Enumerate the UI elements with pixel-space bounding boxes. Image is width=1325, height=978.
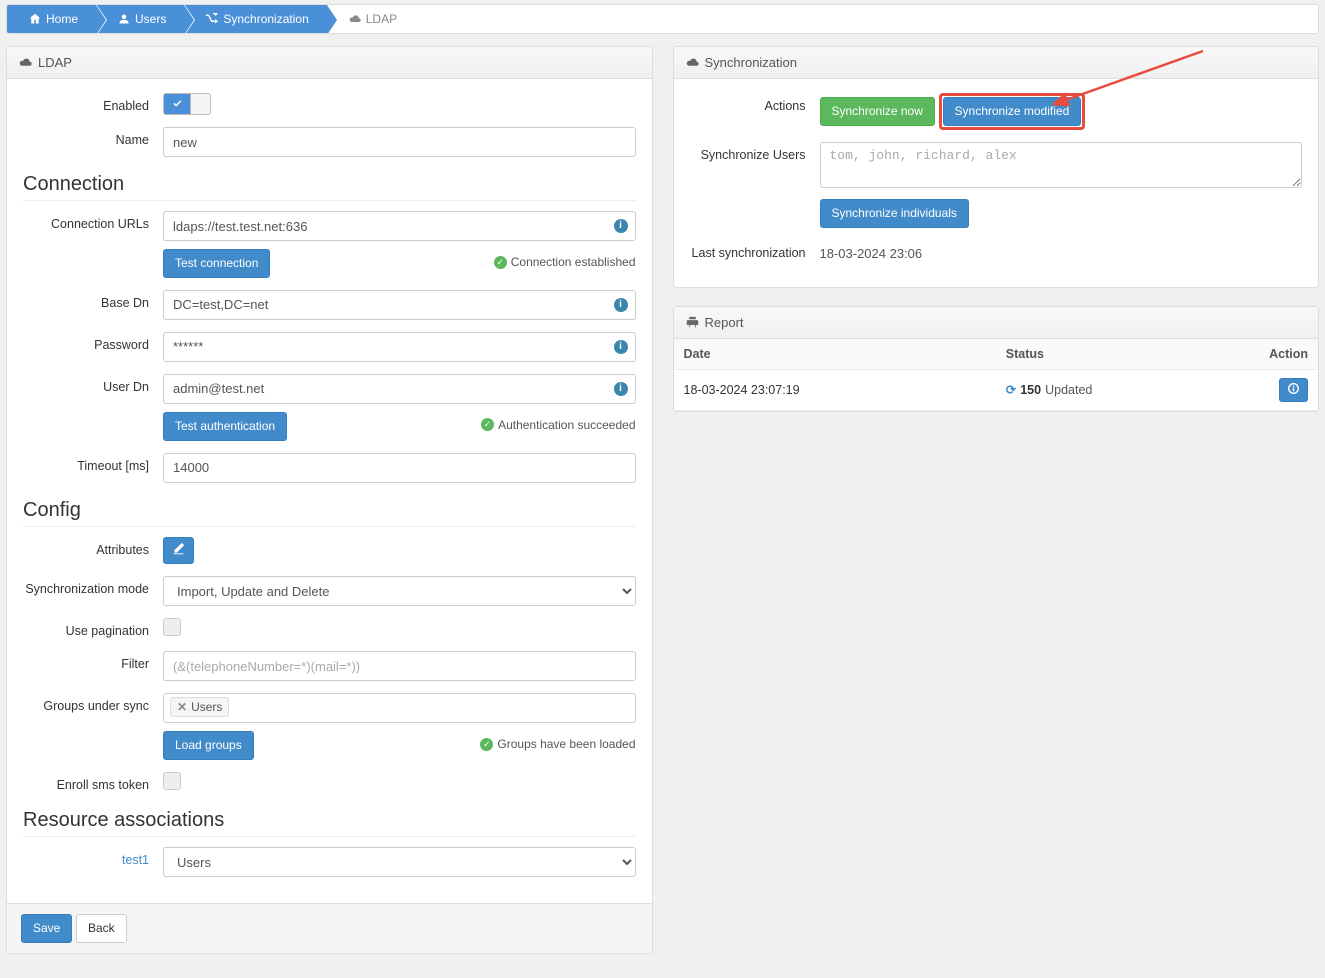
test-connection-button[interactable]: Test connection [163, 249, 270, 278]
save-button[interactable]: Save [21, 914, 72, 943]
breadcrumb-home-label: Home [46, 12, 78, 26]
row-status-text: Updated [1045, 383, 1092, 397]
timeout-label: Timeout [ms] [23, 453, 163, 473]
table-row: 18-03-2024 23:07:19 ⟳ 150 Updated [674, 369, 1319, 411]
check-circle-icon: ✓ [494, 256, 507, 269]
row-date: 18-03-2024 23:07:19 [674, 369, 996, 411]
check-icon [172, 99, 183, 110]
edit-attributes-button[interactable] [163, 537, 194, 565]
edit-icon [172, 542, 185, 555]
load-groups-button[interactable]: Load groups [163, 731, 254, 760]
row-count: 150 [1020, 383, 1041, 397]
row-info-button[interactable] [1279, 378, 1308, 403]
groups-loaded-status: ✓Groups have been loaded [480, 737, 635, 751]
sync-panel: Synchronization Actions Synchronize now … [673, 46, 1320, 288]
test1-select[interactable]: Users [163, 847, 636, 877]
enroll-sms-label: Enroll sms token [23, 772, 163, 792]
sync-now-button[interactable]: Synchronize now [820, 97, 935, 126]
sync-mode-label: Synchronization mode [23, 576, 163, 596]
breadcrumb-users-label: Users [135, 12, 166, 26]
col-date-header: Date [674, 339, 996, 370]
last-sync-value: 18-03-2024 23:06 [820, 246, 923, 261]
remove-tag-icon[interactable]: ✕ [177, 700, 187, 714]
row-status: ⟳ 150 Updated [1006, 382, 1212, 397]
info-icon[interactable]: i [614, 340, 628, 354]
sync-individuals-button[interactable]: Synchronize individuals [820, 199, 969, 228]
conn-established-status: ✓Connection established [494, 255, 636, 269]
breadcrumb-sync-label: Synchronization [223, 12, 308, 26]
ldap-panel-footer: Save Back [7, 903, 652, 953]
refresh-icon: ⟳ [1006, 382, 1016, 397]
ldap-panel-title: LDAP [38, 55, 72, 70]
breadcrumb-sync[interactable]: Synchronization [184, 5, 326, 33]
ldap-panel-heading: LDAP [7, 47, 652, 79]
filter-label: Filter [23, 651, 163, 671]
enabled-label: Enabled [23, 93, 163, 113]
use-pagination-checkbox[interactable] [163, 618, 181, 636]
sync-panel-heading: Synchronization [674, 47, 1319, 79]
info-icon[interactable]: i [614, 219, 628, 233]
cloud-icon [686, 56, 699, 69]
info-icon[interactable]: i [614, 298, 628, 312]
groups-tag-input[interactable]: ✕Users [163, 693, 636, 723]
conn-urls-input[interactable] [163, 211, 636, 241]
check-circle-icon: ✓ [480, 738, 493, 751]
enabled-toggle[interactable] [163, 93, 211, 115]
sync-users-textarea[interactable] [820, 142, 1303, 188]
user-dn-input[interactable] [163, 374, 636, 404]
ldap-panel: LDAP Enabled Name [6, 46, 653, 954]
use-pagination-label: Use pagination [23, 618, 163, 638]
report-panel: Report Date Status Action 18-03-2024 23:… [673, 306, 1320, 413]
name-input[interactable] [163, 127, 636, 157]
breadcrumb-users[interactable]: Users [96, 5, 184, 33]
home-icon [29, 13, 41, 25]
enroll-sms-checkbox[interactable] [163, 772, 181, 790]
connection-section-title: Connection [23, 173, 636, 201]
shuffle-icon [206, 13, 218, 25]
user-dn-label: User Dn [23, 374, 163, 394]
group-tag[interactable]: ✕Users [170, 697, 229, 717]
report-table: Date Status Action 18-03-2024 23:07:19 ⟳… [674, 339, 1319, 412]
report-panel-heading: Report [674, 307, 1319, 339]
report-panel-title: Report [705, 315, 744, 330]
groups-label: Groups under sync [23, 693, 163, 713]
password-input[interactable] [163, 332, 636, 362]
breadcrumb-home[interactable]: Home [7, 5, 96, 33]
info-icon [1288, 383, 1299, 394]
breadcrumb-ldap: LDAP [327, 5, 415, 33]
col-action-header: Action [1221, 339, 1318, 370]
info-icon[interactable]: i [614, 382, 628, 396]
sync-mode-select[interactable]: Import, Update and Delete [163, 576, 636, 606]
breadcrumb-ldap-label: LDAP [366, 12, 397, 26]
sync-panel-title: Synchronization [705, 55, 798, 70]
timeout-input[interactable] [163, 453, 636, 483]
cloud-icon [19, 56, 32, 69]
name-label: Name [23, 127, 163, 147]
actions-label: Actions [690, 93, 820, 113]
cloud-icon [349, 13, 361, 25]
base-dn-input[interactable] [163, 290, 636, 320]
auth-succeeded-status: ✓Authentication succeeded [481, 418, 635, 432]
check-circle-icon: ✓ [481, 418, 494, 431]
test1-link[interactable]: test1 [122, 853, 149, 867]
print-icon [686, 316, 699, 329]
attributes-label: Attributes [23, 537, 163, 557]
breadcrumb: Home Users Synchronization LDAP [6, 4, 1319, 34]
highlight-annotation: Synchronize modified [939, 93, 1086, 130]
base-dn-label: Base Dn [23, 290, 163, 310]
col-status-header: Status [996, 339, 1222, 370]
sync-users-label: Synchronize Users [690, 142, 820, 162]
password-label: Password [23, 332, 163, 352]
config-section-title: Config [23, 499, 636, 527]
resource-section-title: Resource associations [23, 809, 636, 837]
user-icon [118, 13, 130, 25]
conn-urls-label: Connection URLs [23, 211, 163, 231]
last-sync-label: Last synchronization [690, 240, 820, 260]
sync-modified-button[interactable]: Synchronize modified [943, 97, 1082, 126]
filter-input[interactable] [163, 651, 636, 681]
back-button[interactable]: Back [76, 914, 127, 943]
test-auth-button[interactable]: Test authentication [163, 412, 287, 441]
